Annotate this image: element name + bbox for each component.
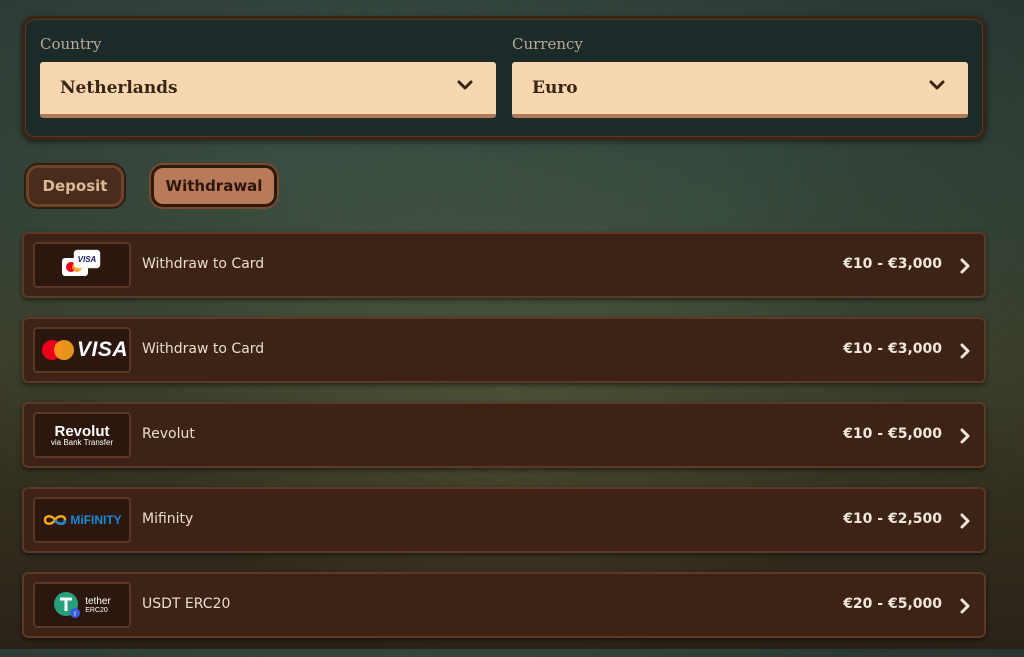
tether-logo-title: tether — [85, 595, 111, 607]
currency-label: Currency — [512, 35, 583, 53]
tab-deposit[interactable]: Deposit — [26, 165, 124, 207]
chevron-down-icon — [929, 80, 945, 90]
mifinity-logo-box: MiFINITY — [33, 497, 131, 543]
chevron-right-icon — [960, 343, 970, 359]
chevron-right-icon — [960, 598, 970, 614]
chevron-right-icon — [960, 513, 970, 529]
mifinity-infinity-icon — [44, 515, 67, 525]
method-row-mifinity[interactable]: MiFINITY Mifinity €10 - €2,500 — [22, 487, 986, 553]
method-limits: €10 - €3,000 — [843, 341, 942, 357]
country-currency-panel: Country Netherlands Currency Euro — [22, 16, 986, 140]
tether-logo-box: f tether ERC20 — [33, 582, 131, 628]
visa-logo-text: VISA — [77, 338, 129, 361]
chevron-down-icon — [457, 80, 473, 90]
chevron-right-icon — [960, 428, 970, 444]
tether-logo-subtitle: ERC20 — [85, 606, 108, 614]
card-icon: VISA — [62, 249, 101, 276]
tab-withdrawal[interactable]: Withdrawal — [151, 165, 277, 207]
method-limits: €10 - €5,000 — [843, 426, 942, 442]
country-select[interactable]: Netherlands — [40, 62, 496, 118]
revolut-logo: Revolut via Bank Transfer — [51, 424, 113, 447]
method-limits: €20 - €5,000 — [843, 596, 942, 612]
method-name: Mifinity — [142, 511, 194, 527]
currency-select[interactable]: Euro — [512, 62, 968, 118]
mastercard-icon — [42, 340, 74, 360]
revolut-logo-title: Revolut — [54, 422, 110, 440]
chevron-right-icon — [960, 258, 970, 274]
method-row-card[interactable]: VISA Withdraw to Card €10 - €3,000 — [22, 232, 986, 298]
method-row-revolut[interactable]: Revolut via Bank Transfer Revolut €10 - … — [22, 402, 986, 468]
revolut-logo-subtitle: via Bank Transfer — [50, 437, 114, 447]
mifinity-logo-text: MiFINITY — [70, 513, 122, 527]
tether-icon: f — [54, 592, 81, 618]
method-name: Withdraw to Card — [142, 341, 265, 357]
payment-methods-list: VISA Withdraw to Card €10 - €3,000 VISA … — [22, 232, 986, 657]
method-limits: €10 - €2,500 — [843, 511, 942, 527]
card-logo-box: VISA — [33, 242, 131, 288]
method-row-mastercard-visa[interactable]: VISA Withdraw to Card €10 - €3,000 — [22, 317, 986, 383]
method-row-usdt-erc20[interactable]: f tether ERC20 USDT ERC20 €20 - €5,000 — [22, 572, 986, 638]
method-name: Withdraw to Card — [142, 256, 265, 272]
svg-text:VISA: VISA — [78, 255, 97, 264]
method-name: Revolut — [142, 426, 195, 442]
country-value: Netherlands — [60, 78, 178, 98]
currency-value: Euro — [532, 78, 578, 98]
mastercard-visa-logo-box: VISA — [33, 327, 131, 373]
country-label: Country — [40, 35, 102, 53]
method-name: USDT ERC20 — [142, 596, 231, 612]
method-limits: €10 - €3,000 — [843, 256, 942, 272]
tether-logo-text: tether ERC20 — [85, 595, 111, 614]
revolut-logo-box: Revolut via Bank Transfer — [33, 412, 131, 458]
